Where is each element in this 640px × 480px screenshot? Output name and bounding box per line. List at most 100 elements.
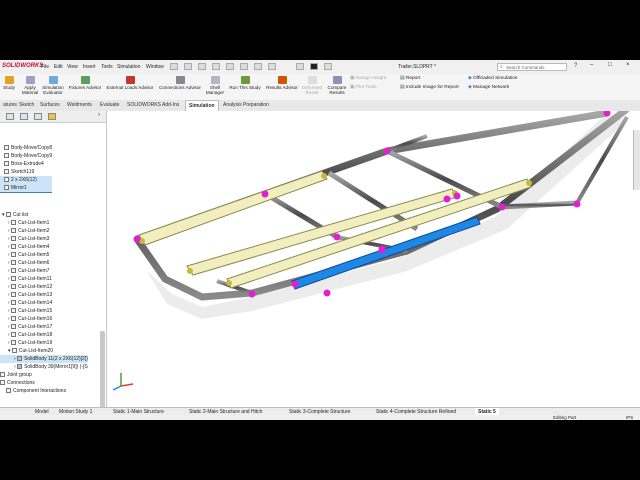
redo-icon[interactable]: [240, 63, 248, 70]
deformed-icon: [307, 76, 317, 84]
cut-list-item-icon: [11, 284, 17, 289]
list-item[interactable]: › Cut-List-Item19: [0, 339, 88, 347]
menu-tools[interactable]: Tools: [101, 64, 113, 70]
new-study-button[interactable]: Study: [0, 76, 18, 90]
close-icon[interactable]: ×: [626, 62, 630, 68]
undo-icon[interactable]: [226, 63, 234, 70]
shell-manager-button[interactable]: Shell Manager: [205, 76, 225, 95]
menu-insert[interactable]: Insert: [83, 64, 96, 70]
appearance-icon[interactable]: [48, 113, 56, 120]
plot-tools-button[interactable]: ▣ Plot Tools: [350, 85, 377, 90]
solid-body-item[interactable]: › SolidBody 11(2 x 2X6(12)[2]): [0, 355, 88, 363]
tab-analysis-preparation[interactable]: Analysis Preparation: [220, 100, 272, 111]
joint-node: [133, 235, 141, 243]
list-item[interactable]: › Cut-List-Item17: [0, 323, 88, 331]
config-manager-icon[interactable]: [34, 113, 42, 120]
rebuild-icon[interactable]: [254, 63, 262, 70]
solid-body-item[interactable]: › SolidBody 39(Mirror1[9]) (-[S: [0, 363, 88, 371]
report-button[interactable]: ▤ Report: [400, 76, 420, 81]
deformed-result-button[interactable]: Deformed Result: [301, 76, 323, 95]
include-image-button[interactable]: ▤ Include Image for Report: [400, 85, 459, 90]
list-item[interactable]: › Cut-List-Item15: [0, 307, 88, 315]
tree-item[interactable]: Component Interactions: [0, 387, 88, 395]
list-item[interactable]: ▾ Cut-List-Item20: [0, 347, 88, 355]
joint-node: [378, 246, 386, 254]
menu-simulation[interactable]: Simulation: [117, 64, 140, 70]
tree-item-selected[interactable]: 2 x 2X6(12): [0, 176, 53, 184]
list-item[interactable]: › Cut-List-Item7: [0, 267, 88, 275]
list-item[interactable]: › Cut-List-Item18: [0, 331, 88, 339]
list-item[interactable]: › Cut-List-Item12: [0, 283, 88, 291]
tab-weldments[interactable]: Weldments: [64, 100, 95, 111]
results-advisor-button[interactable]: Results Advisor: [264, 76, 300, 90]
menu-edit[interactable]: Edit: [54, 64, 63, 70]
list-item[interactable]: › Cut-List-Item16: [0, 315, 88, 323]
run-this-study-button[interactable]: Run This Study: [227, 76, 263, 90]
feature-manager-icon[interactable]: [6, 113, 14, 120]
study-icon: [4, 76, 14, 84]
tab-addins[interactable]: SOLIDWORKS Add-Ins: [124, 100, 182, 111]
trailer-model: [112, 106, 630, 391]
cut-list-header[interactable]: ▾ Cut list: [0, 211, 88, 219]
manage-network-button[interactable]: ◈ Manage Network: [468, 85, 509, 90]
menu-file[interactable]: File: [41, 64, 49, 70]
list-item[interactable]: › Cut-List-Item5: [0, 251, 88, 259]
search-icon: ⌕: [500, 64, 503, 70]
simulation-evaluator-button[interactable]: Simulation Evaluator: [40, 76, 66, 95]
print-icon[interactable]: [212, 63, 220, 70]
maximize-icon[interactable]: □: [608, 62, 612, 68]
design-insight-button[interactable]: ▣ Design Insight: [350, 76, 386, 81]
new-icon[interactable]: [170, 63, 178, 70]
panel-expand-icon[interactable]: ›: [98, 112, 100, 118]
tree-item[interactable]: Sketch119: [0, 168, 52, 176]
tree-item[interactable]: Joint group: [0, 371, 88, 379]
apply-material-button[interactable]: Apply Material: [20, 76, 40, 95]
task-pane-tabs[interactable]: [633, 130, 640, 190]
joint-node: [443, 195, 451, 203]
property-manager-icon[interactable]: [20, 113, 28, 120]
list-item[interactable]: › Cut-List-Item11: [0, 275, 88, 283]
save-icon[interactable]: [198, 63, 206, 70]
tree-item-selected[interactable]: Mirror1: [0, 184, 53, 193]
open-icon[interactable]: [184, 63, 192, 70]
plank-end: [526, 180, 532, 186]
select-icon[interactable]: [296, 63, 304, 70]
traffic-light-icon[interactable]: [310, 63, 318, 70]
cut-list-item-icon: [11, 348, 17, 353]
tree-item[interactable]: Connections: [0, 379, 88, 387]
tree-item[interactable]: Body-Move/Copy9: [0, 152, 52, 160]
list-item[interactable]: › Cut-List-Item4: [0, 243, 88, 251]
feature-tree-panel: › Body-Move/Copy8 Body-Move/Copy9 Boss-E…: [0, 111, 107, 456]
fixture-icon: [80, 76, 90, 84]
minimize-icon[interactable]: –: [590, 62, 593, 68]
structural-member-icon: [4, 177, 9, 182]
cut-list-item-icon: [11, 308, 17, 313]
graphics-area[interactable]: [107, 106, 640, 407]
tab-surfaces[interactable]: Surfaces: [37, 100, 63, 111]
tab-evaluate[interactable]: Evaluate: [97, 100, 122, 111]
compare-icon: [332, 76, 342, 84]
options-icon[interactable]: [268, 63, 276, 70]
fixtures-advisor-button[interactable]: Fixtures Advisor: [67, 76, 103, 90]
joint-node: [291, 280, 299, 288]
list-item[interactable]: › Cut-List-Item6: [0, 259, 88, 267]
list-item[interactable]: › Cut-List-Item14: [0, 299, 88, 307]
cut-list-item-icon: [11, 340, 17, 345]
list-item[interactable]: › Cut-List-Item2: [0, 227, 88, 235]
search-input[interactable]: Search Commands: [497, 63, 567, 71]
list-item[interactable]: › Cut-List-Item1: [0, 219, 88, 227]
connections-advisor-button[interactable]: Connections Advisor: [157, 76, 203, 90]
cut-list-item-icon: [11, 292, 17, 297]
tree-item[interactable]: Boss-Extrude4: [0, 160, 52, 168]
compare-results-button[interactable]: Compare Results: [325, 76, 349, 95]
help-icon[interactable]: ?: [574, 63, 577, 69]
menu-view[interactable]: View: [67, 64, 78, 70]
tree-item[interactable]: Body-Move/Copy8: [0, 144, 52, 152]
list-item[interactable]: › Cut-List-Item3: [0, 235, 88, 243]
offloaded-simulation-button[interactable]: ◈ Offloaded Simulation: [468, 76, 517, 81]
display-icon[interactable]: [324, 63, 332, 70]
list-item[interactable]: › Cut-List-Item13: [0, 291, 88, 299]
menu-window[interactable]: Window: [146, 64, 164, 70]
external-loads-advisor-button[interactable]: External Loads Advisor: [104, 76, 156, 90]
tab-sketch[interactable]: Sketch: [16, 100, 37, 111]
